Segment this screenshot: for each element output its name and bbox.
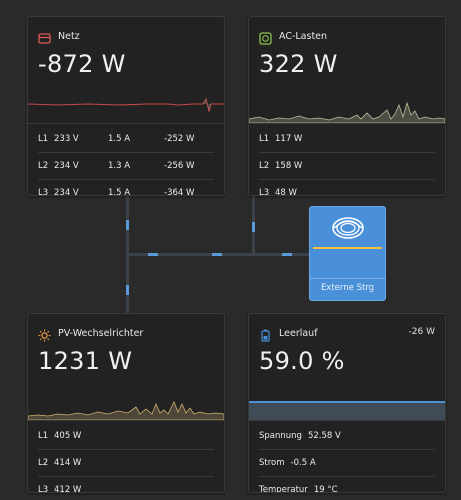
- victron-logo-icon: [330, 213, 366, 247]
- pv-row-l2: L2 414 W: [38, 450, 214, 477]
- pv-row-l3: L3 412 W: [38, 477, 214, 493]
- current-value: 1.3 A: [108, 161, 131, 171]
- voltage-value: 234 V: [54, 188, 79, 196]
- battery-row-temperature: Temperatur 19 °C: [259, 477, 435, 493]
- power-value: 412 W: [54, 485, 82, 493]
- temperature-label: Temperatur: [259, 485, 308, 493]
- pv-inverter-card[interactable]: PV-Wechselrichter 1231 W L1 405 W L2 414…: [27, 313, 225, 493]
- ac-loads-card[interactable]: AC-Lasten 322 W L1 117 W L2 158 W L3 48 …: [248, 16, 446, 196]
- ac-loads-row-l3: L3 48 W: [259, 180, 435, 196]
- temperature-value: 19 °C: [313, 485, 338, 493]
- battery-icon: [259, 327, 272, 342]
- battery-soc-bar: [249, 374, 445, 421]
- phase-label: L1: [38, 431, 49, 441]
- voltage-value: 233 V: [54, 134, 79, 144]
- voltage-label: Spannung: [259, 431, 302, 441]
- phase-label: L2: [38, 161, 49, 171]
- external-divider: [310, 278, 385, 279]
- phase-label: L3: [259, 188, 270, 196]
- external-stripe: [313, 247, 382, 249]
- phase-label: L1: [259, 134, 270, 144]
- battery-row-current: Strom -0.5 A: [259, 450, 435, 477]
- current-value: 1.5 A: [108, 188, 131, 196]
- battery-row-voltage: Spannung 52.58 V: [259, 423, 435, 450]
- ac-plug-icon: [259, 30, 272, 45]
- battery-card[interactable]: Leerlauf -26 W 59.0 % Spannung 52.58 V S…: [248, 313, 446, 493]
- ac-loads-row-l2: L2 158 W: [259, 153, 435, 180]
- voltage-value: 52.58 V: [307, 431, 341, 441]
- grid-power-value: -872 W: [38, 50, 126, 78]
- grid-title: Netz: [58, 30, 80, 42]
- pv-power-value: 1231 W: [38, 347, 133, 375]
- current-value: -0.5 A: [290, 458, 316, 468]
- phase-label: L3: [38, 485, 49, 493]
- flow-dot: [148, 253, 158, 256]
- ac-loads-title: AC-Lasten: [279, 30, 328, 42]
- battery-soc-fill: [249, 403, 445, 420]
- grid-row-l1: L1 233 V 1.5 A -252 W: [38, 126, 214, 153]
- battery-soc-value: 59.0 %: [259, 347, 345, 375]
- power-value: 158 W: [275, 161, 303, 171]
- phase-label: L1: [38, 134, 49, 144]
- flow-dot: [212, 253, 222, 256]
- grid-tower-icon: [38, 30, 51, 44]
- power-value: -256 W: [164, 161, 195, 171]
- flow-dot: [126, 220, 129, 230]
- sun-icon: [38, 327, 51, 341]
- grid-card[interactable]: Netz -872 W L1 233 V 1.5 A -252 W L2 234…: [27, 16, 225, 196]
- phase-label: L2: [38, 458, 49, 468]
- flow-dot: [126, 285, 129, 295]
- pv-inverter-title: PV-Wechselrichter: [58, 327, 144, 339]
- current-value: 1.5 A: [108, 134, 131, 144]
- battery-power-value: -26 W: [408, 327, 435, 337]
- power-value: 414 W: [54, 458, 82, 468]
- battery-soc-line: [249, 401, 445, 403]
- ac-loads-row-l1: L1 117 W: [259, 126, 435, 153]
- power-value: 48 W: [275, 188, 297, 196]
- grid-row-l3: L3 234 V 1.5 A -364 W: [38, 180, 214, 196]
- ac-loads-power-value: 322 W: [259, 50, 338, 78]
- flow-dot: [252, 222, 255, 232]
- pv-row-l1: L1 405 W: [38, 423, 214, 450]
- battery-state-title: Leerlauf: [279, 327, 318, 339]
- power-value: -364 W: [164, 188, 195, 196]
- power-value: -252 W: [164, 134, 195, 144]
- power-value: 117 W: [275, 134, 303, 144]
- voltage-value: 234 V: [54, 161, 79, 171]
- ac-loads-sparkline: [249, 77, 445, 124]
- phase-label: L3: [38, 188, 49, 196]
- phase-label: L2: [259, 161, 270, 171]
- power-value: 405 W: [54, 431, 82, 441]
- grid-sparkline: [28, 77, 224, 124]
- current-label: Strom: [259, 458, 285, 468]
- grid-row-l2: L2 234 V 1.3 A -256 W: [38, 153, 214, 180]
- external-control-box[interactable]: Externe Strg: [309, 206, 386, 301]
- external-control-label: Externe Strg: [320, 283, 375, 293]
- flow-dot: [282, 253, 292, 256]
- pv-sparkline: [28, 374, 224, 421]
